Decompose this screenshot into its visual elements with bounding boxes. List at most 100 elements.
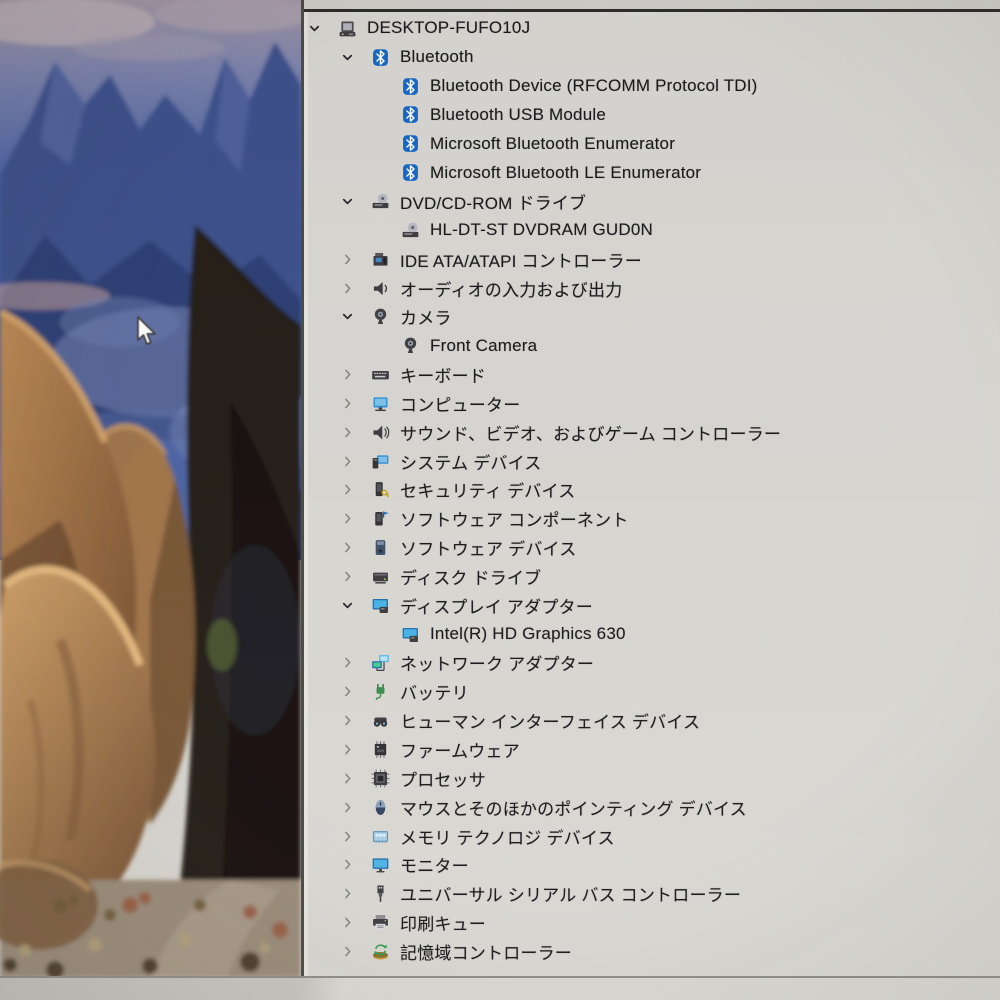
firmware-icon [370,739,391,760]
tree-item[interactable]: DESKTOP-FUFO10J [304,14,1000,43]
chevron-right-icon[interactable] [340,367,370,382]
chevron-right-icon[interactable] [340,482,370,497]
chevron-right-icon[interactable] [340,944,370,959]
tree-item-label: ソフトウェア デバイス [400,540,577,560]
software-device-icon [370,537,391,558]
tree-item[interactable]: セキュリティ デバイス [304,476,1000,505]
printer-icon [370,912,391,933]
tree-item-label: ヒューマン インターフェイス デバイス [400,713,701,733]
dvd-icon [400,220,421,241]
tree-item-label: IDE ATA/ATAPI コントローラー [400,251,642,271]
tree-item[interactable]: Front Camera [304,331,1000,360]
mouse-icon [370,797,391,818]
tree-item[interactable]: カメラ [304,302,1000,331]
bluetooth-icon [370,47,391,68]
display-icon [400,624,421,645]
chevron-right-icon[interactable] [340,655,370,670]
chevron-right-icon[interactable] [340,684,370,699]
tree-item-label: サウンド、ビデオ、およびゲーム コントローラー [400,424,782,444]
tree-item[interactable]: Bluetooth USB Module [304,101,1000,130]
tree-item[interactable]: ヒューマン インターフェイス デバイス [304,706,1000,735]
camera-icon [400,335,421,356]
chevron-right-icon[interactable] [340,396,370,411]
display-icon [370,595,391,616]
tree-item[interactable]: システム デバイス [304,447,1000,476]
panel-top-strip [304,0,1000,9]
tree-item[interactable]: ファームウェア [304,735,1000,764]
system-icon [370,451,391,472]
tree-item[interactable]: オーディオの入力および出力 [304,274,1000,303]
tree-item[interactable]: Microsoft Bluetooth LE Enumerator [304,158,1000,187]
chevron-right-icon[interactable] [340,915,370,930]
tree-item[interactable]: バッテリ [304,677,1000,706]
chevron-right-icon[interactable] [340,511,370,526]
chevron-right-icon[interactable] [340,742,370,757]
computer-blue-icon [370,393,391,414]
tree-item[interactable]: Bluetooth Device (RFCOMM Protocol TDI) [304,72,1000,101]
tree-item[interactable]: ソフトウェア デバイス [304,533,1000,562]
chevron-down-icon[interactable] [307,21,337,36]
tree-item[interactable]: キーボード [304,360,1000,389]
tree-item-label: システム デバイス [400,453,542,473]
sound-icon [370,422,391,443]
tree-item-label: セキュリティ デバイス [400,482,576,502]
chevron-right-icon[interactable] [340,569,370,584]
tree-item[interactable]: Microsoft Bluetooth Enumerator [304,129,1000,158]
tree-item[interactable]: ディスク ドライブ [304,562,1000,591]
tree-item-label: ネットワーク アダプター [400,655,595,675]
tree-item[interactable]: コンピューター [304,389,1000,418]
chevron-right-icon[interactable] [340,454,370,469]
device-manager-panel: DESKTOP-FUFO10J Bluetooth Bluetooth Device… [301,0,1000,978]
screen-bottom-edge [0,976,1000,1000]
chevron-right-icon[interactable] [340,886,370,901]
chevron-right-icon[interactable] [340,800,370,815]
monitor-icon [370,854,391,875]
chevron-right-icon[interactable] [340,281,370,296]
chevron-right-icon[interactable] [340,857,370,872]
chevron-right-icon[interactable] [340,771,370,786]
chevron-right-icon[interactable] [340,713,370,728]
tree-item[interactable]: Intel(R) HD Graphics 630 [304,620,1000,649]
tree-item-label: ディスプレイ アダプター [400,597,593,617]
tree-item-label: Front Camera [430,335,538,355]
tree-item[interactable]: ネットワーク アダプター [304,649,1000,678]
tree-item[interactable]: DVD/CD-ROM ドライブ [304,187,1000,216]
tree-item[interactable]: IDE ATA/ATAPI コントローラー [304,245,1000,274]
tree-item[interactable]: 記憶域コントローラー [304,937,1000,966]
tree-item-label: キーボード [400,367,486,387]
mouse-cursor-icon [136,316,160,348]
tree-item-label: DESKTOP-FUFO10J [367,18,531,38]
chevron-right-icon[interactable] [340,540,370,555]
tree-item-label: メモリ テクノロジ デバイス [400,828,615,848]
tree-item[interactable]: Bluetooth [304,43,1000,72]
tree-item[interactable]: ディスプレイ アダプター [304,591,1000,620]
chevron-right-icon[interactable] [340,425,370,440]
tree-item[interactable]: サウンド、ビデオ、およびゲーム コントローラー [304,418,1000,447]
security-icon [370,479,391,500]
chevron-right-icon[interactable] [340,252,370,267]
bluetooth-icon [400,133,421,154]
tree-item[interactable]: メモリ テクノロジ デバイス [304,822,1000,851]
network-icon [370,652,391,673]
tree-item[interactable]: プロセッサ [304,764,1000,793]
chevron-down-icon[interactable] [340,598,370,613]
tree-item[interactable]: 印刷キュー [304,908,1000,937]
chevron-down-icon[interactable] [340,309,370,324]
tree-item[interactable]: HL-DT-ST DVDRAM GUD0N [304,216,1000,245]
tree-item-label: ユニバーサル シリアル バス コントローラー [400,886,742,906]
tree-item[interactable]: ユニバーサル シリアル バス コントローラー [304,879,1000,908]
camera-icon [370,306,391,327]
photographed-screen: DESKTOP-FUFO10J Bluetooth Bluetooth Device… [0,0,1000,1000]
chevron-right-icon[interactable] [340,829,370,844]
tree-item-label: Bluetooth Device (RFCOMM Protocol TDI) [430,76,758,96]
tree-item-label: バッテリ [400,684,469,704]
tree-item-label: プロセッサ [400,770,486,790]
chevron-down-icon[interactable] [340,50,370,65]
tree-item-label: マウスとそのほかのポインティング デバイス [400,799,747,819]
tree-item[interactable]: モニター [304,850,1000,879]
tree-item[interactable]: マウスとそのほかのポインティング デバイス [304,793,1000,822]
tree-item[interactable]: ソフトウェア コンポーネント [304,504,1000,533]
chevron-down-icon[interactable] [340,194,370,209]
storage-icon [370,941,391,962]
tree-item-label: モニター [400,857,469,877]
